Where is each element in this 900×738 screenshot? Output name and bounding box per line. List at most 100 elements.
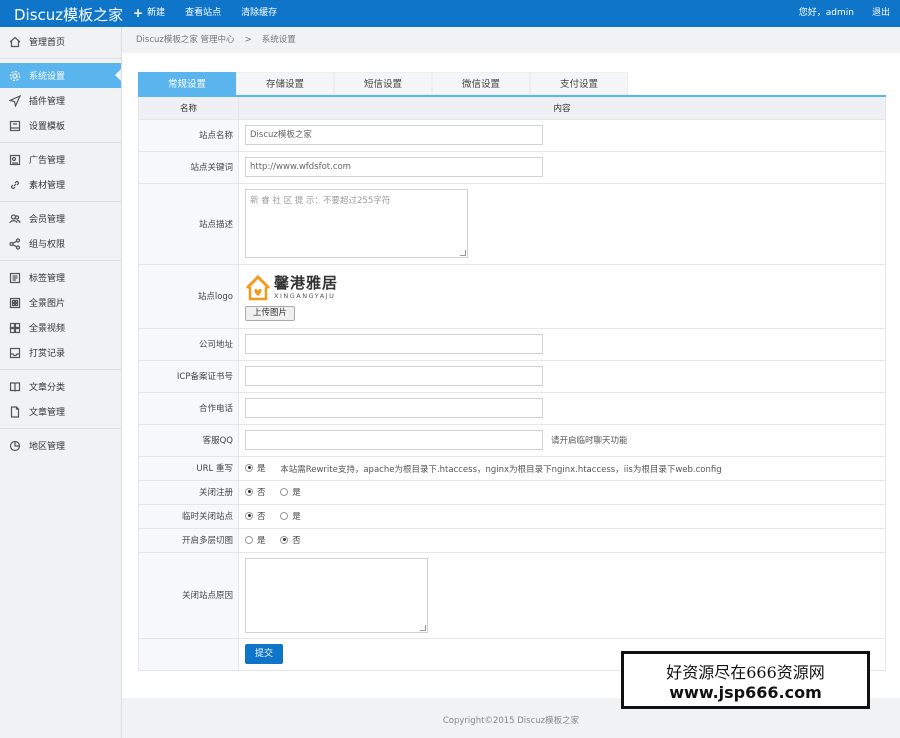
list-icon — [9, 272, 21, 284]
sidebar-item-members[interactable]: 会员管理 — [0, 206, 121, 231]
temp-close-no-radio[interactable]: 否 — [245, 510, 266, 522]
site-logo-label: 站点logo — [138, 263, 239, 329]
form-row: 站点描述 新 睿 社 区 提 示：不要超过255字符 — [138, 182, 886, 265]
radio-label: 是 — [292, 511, 301, 522]
sidebar-item-materials[interactable]: 素材管理 — [0, 172, 121, 197]
multi-layer-yes-radio[interactable]: 是 — [245, 534, 266, 546]
sidebar-item-label: 全景图片 — [29, 299, 66, 309]
sidebar-item-panorama-images[interactable]: 全景图片 — [0, 290, 121, 315]
tab-wechat[interactable]: 微信设置 — [432, 72, 530, 95]
sidebar-item-panorama-videos[interactable]: 全景视频 — [0, 315, 121, 340]
site-name-input[interactable]: Discuz模板之家 — [245, 125, 543, 145]
radio-checked-icon — [245, 487, 253, 496]
phone-input[interactable] — [245, 398, 543, 418]
new-button[interactable]: + 新建 — [133, 0, 175, 27]
site-keywords-input[interactable]: http://www.wfdsfot.com — [245, 157, 543, 177]
view-site-button[interactable]: 查看站点 — [175, 0, 231, 27]
sidebar-item-system-settings[interactable]: 系统设置 — [0, 63, 121, 88]
site-description-textarea[interactable]: 新 睿 社 区 提 示：不要超过255字符 — [245, 189, 468, 258]
sidebar-item-templates[interactable]: 设置模板 — [0, 113, 121, 138]
sidebar-item-label: 插件管理 — [29, 97, 66, 107]
main-content: Discuz模板之家 管理中心 > 系统设置 常规设置 存储设置 短信设置 微信… — [122, 27, 900, 707]
sidebar-item-home[interactable]: 管理首页 — [0, 29, 121, 54]
document-icon — [9, 405, 21, 418]
user-area: 您好，admin 退出 — [799, 0, 890, 27]
radio-label: 否 — [292, 535, 301, 546]
sidebar-item-label: 系统设置 — [29, 72, 66, 82]
temp-close-yes-radio[interactable]: 是 — [280, 510, 301, 522]
sidebar-item-label: 文章管理 — [29, 408, 66, 418]
icp-input[interactable] — [245, 366, 543, 386]
resize-grip-icon[interactable] — [420, 624, 426, 631]
layout-icon — [9, 120, 21, 132]
brand-title[interactable]: Discuz模板之家 — [14, 4, 123, 25]
sidebar-divider — [0, 428, 121, 429]
sidebar-item-articles[interactable]: 文章管理 — [0, 399, 121, 424]
gear-icon — [9, 70, 21, 82]
home-icon — [9, 36, 21, 48]
sidebar-item-label: 文章分类 — [29, 383, 66, 393]
footer: Copyright©2015 Discuz模板之家 — [122, 707, 900, 738]
breadcrumb-separator: > — [244, 35, 252, 45]
user-greeting[interactable]: 您好，admin — [799, 0, 854, 27]
users-icon — [9, 213, 21, 225]
tab-general[interactable]: 常规设置 — [138, 72, 236, 95]
sidebar-item-label: 组与权限 — [29, 240, 66, 250]
qq-input[interactable] — [245, 430, 543, 450]
sidebar-item-ads[interactable]: 广告管理 — [0, 147, 121, 172]
sidebar-item-reward-records[interactable]: 打赏记录 — [0, 340, 121, 365]
form-row: 公司地址 — [138, 327, 886, 361]
house-logo-icon — [245, 274, 271, 300]
site-description-label: 站点描述 — [138, 182, 239, 265]
sidebar-divider — [0, 260, 121, 261]
resize-grip-icon[interactable] — [460, 250, 466, 256]
form-row: 关闭注册 否 是 — [138, 479, 886, 505]
video-grid-icon — [9, 322, 21, 334]
clear-cache-button[interactable]: 清除缓存 — [231, 0, 287, 27]
upload-image-button[interactable]: 上传图片 — [245, 305, 296, 321]
breadcrumb-root[interactable]: Discuz模板之家 管理中心 — [136, 27, 235, 53]
company-address-label: 公司地址 — [138, 327, 239, 361]
qq-hint: 请开启临时聊天功能 — [551, 435, 628, 446]
sidebar-item-tags[interactable]: 标签管理 — [0, 265, 121, 290]
watermark-banner: 好资源尽在666资源网 www.jsp666.com — [621, 651, 870, 709]
phone-label: 合作电话 — [138, 391, 239, 425]
tab-payment[interactable]: 支付设置 — [530, 72, 628, 95]
settings-panel: 常规设置 存储设置 短信设置 微信设置 支付设置 名称 内容 站点名称 Disc… — [122, 53, 900, 698]
url-rewrite-hint: 本站需Rewrite支持，apache为根目录下.htaccess，nginx为… — [280, 464, 722, 475]
submit-row-label — [138, 637, 239, 671]
form-row: 客服QQ 请开启临时聊天功能 — [138, 423, 886, 457]
form-row: URL 重写 是 本站需Rewrite支持，apache为根目录下.htacce… — [138, 455, 886, 481]
tab-storage[interactable]: 存储设置 — [236, 72, 334, 95]
site-keywords-label: 站点关键词 — [138, 150, 239, 184]
watermark-line-1: 好资源尽在666资源网 — [666, 662, 825, 682]
logout-link[interactable]: 退出 — [872, 0, 890, 27]
logo-chinese-text: 馨港雅居 — [274, 274, 339, 292]
sidebar-item-label: 管理首页 — [29, 38, 66, 48]
radio-unchecked-icon — [280, 487, 289, 496]
close-register-no-radio[interactable]: 否 — [245, 486, 266, 498]
radio-label: 是 — [292, 487, 301, 498]
sidebar-item-label: 全景视频 — [29, 324, 66, 334]
company-address-input[interactable] — [245, 334, 543, 354]
close-reason-textarea[interactable] — [245, 557, 428, 633]
form-row: 合作电话 — [138, 391, 886, 425]
multi-layer-no-radio[interactable]: 否 — [280, 534, 301, 546]
sidebar-item-article-categories[interactable]: 文章分类 — [0, 374, 121, 399]
site-description-placeholder: 新 睿 社 区 提 示：不要超过255字符 — [250, 196, 391, 206]
sidebar-item-label: 打赏记录 — [29, 349, 66, 359]
sidebar-item-groups[interactable]: 组与权限 — [0, 231, 121, 256]
logo-english-text: XINGANGYAJU — [274, 292, 336, 300]
top-bar: Discuz模板之家 + 新建 查看站点 清除缓存 您好，admin 退出 — [0, 0, 900, 27]
form-row: 关闭站点原因 — [138, 551, 886, 639]
sidebar-item-plugins[interactable]: 插件管理 — [0, 88, 121, 113]
tab-sms[interactable]: 短信设置 — [334, 72, 432, 95]
icp-label: ICP备案证书号 — [138, 359, 239, 393]
breadcrumb-current: 系统设置 — [261, 35, 296, 45]
url-rewrite-yes-radio[interactable]: 是 — [245, 462, 266, 474]
pie-icon — [9, 440, 21, 452]
radio-label: 否 — [257, 487, 266, 498]
close-register-yes-radio[interactable]: 是 — [280, 486, 301, 498]
submit-button[interactable]: 提交 — [245, 644, 283, 664]
sidebar-item-regions[interactable]: 地区管理 — [0, 433, 121, 458]
